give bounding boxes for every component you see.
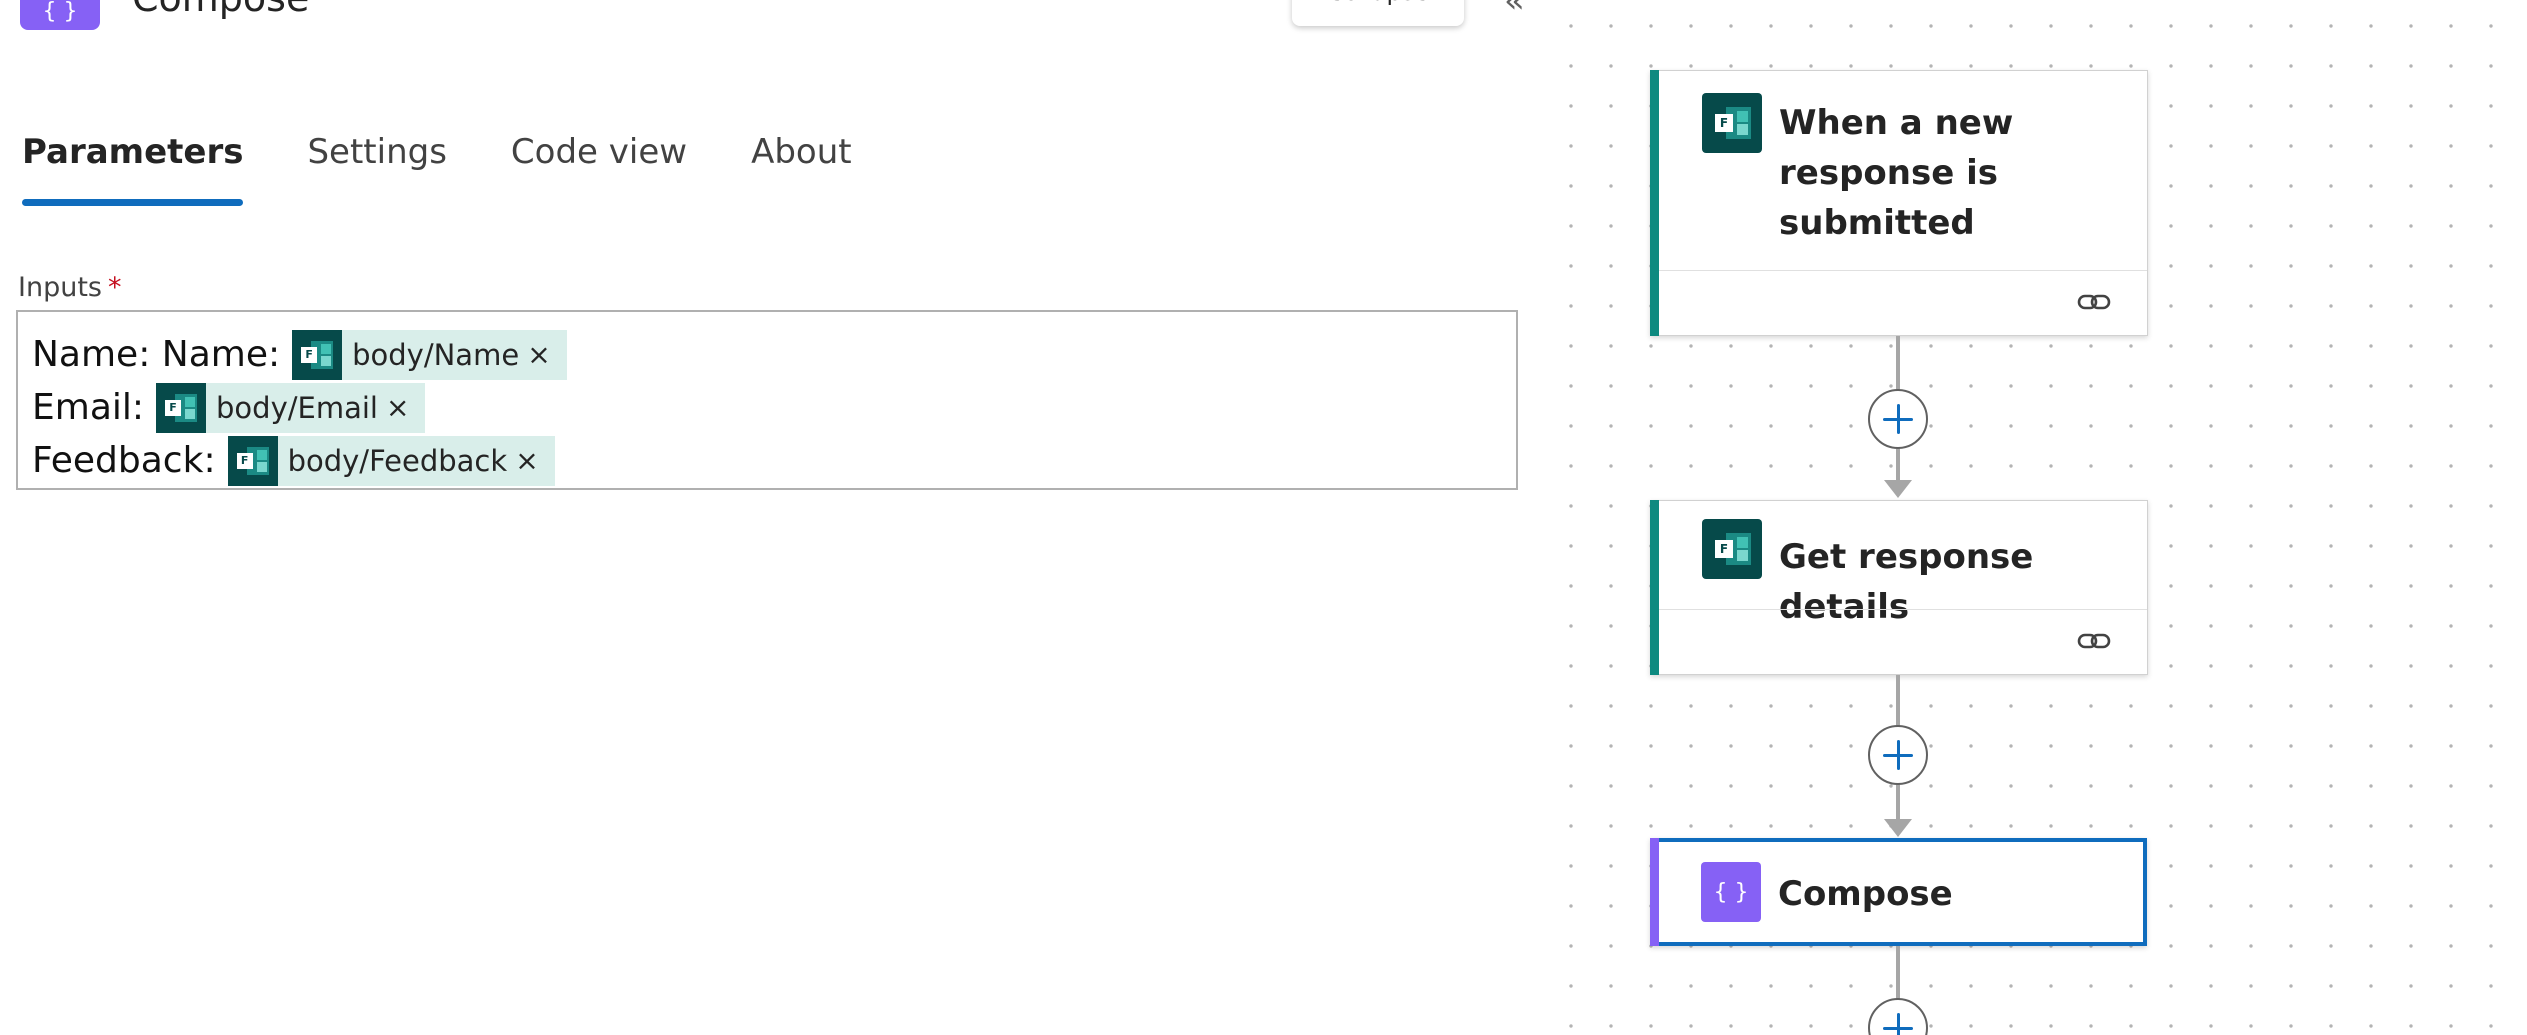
connector-arrow-icon — [1884, 480, 1912, 498]
dynamic-content-token-feedback[interactable]: F body/Feedback × — [227, 435, 555, 486]
compose-braces-icon: { } — [20, 0, 100, 30]
microsoft-forms-icon: F — [1702, 93, 1762, 153]
remove-token-icon[interactable]: × — [386, 391, 409, 424]
inputs-label-text: Inputs — [18, 272, 102, 303]
node-title: When a new response is submitted — [1779, 98, 2013, 248]
collapse-panel-button[interactable]: « — [1504, 0, 1525, 18]
node-accent-bar — [1650, 500, 1659, 675]
microsoft-forms-icon: F — [227, 435, 278, 486]
required-indicator: * — [107, 272, 122, 303]
flow-designer-canvas[interactable]: F When a new response is submitted F Get… — [1545, 0, 2527, 1035]
input-line-feedback: Feedback: F body/Feedback × — [32, 434, 1502, 487]
microsoft-forms-icon: F — [156, 382, 207, 433]
tab-list: Parameters Settings Code view About — [22, 124, 852, 206]
input-line-text: Feedback: — [32, 440, 216, 481]
compose-braces-icon: { } — [1701, 862, 1761, 922]
token-label: body/Name — [352, 337, 520, 372]
add-step-plus-icon[interactable] — [1868, 389, 1928, 449]
node-accent-bar — [1650, 70, 1659, 336]
inputs-label: Inputs * — [18, 272, 121, 303]
microsoft-forms-icon: F — [292, 329, 343, 380]
trigger-node-new-response[interactable]: F When a new response is submitted — [1650, 70, 2148, 336]
token-label: body/Feedback — [287, 443, 508, 478]
panel-title: Compose — [132, 0, 309, 18]
input-line-text: Name: Name: — [32, 334, 281, 375]
dynamic-content-token-name[interactable]: F body/Name × — [292, 329, 567, 380]
collapse-tooltip: Collapse — [1292, 0, 1464, 26]
link-icon[interactable] — [2077, 630, 2111, 652]
input-line-text: Email: — [32, 387, 145, 428]
node-accent-bar — [1650, 838, 1659, 946]
tab-about[interactable]: About — [751, 124, 852, 206]
token-label: body/Email — [216, 390, 378, 425]
add-step-plus-icon[interactable] — [1868, 998, 1928, 1035]
tab-code-view[interactable]: Code view — [511, 124, 687, 206]
node-title-line: When a new — [1779, 103, 2014, 143]
input-line-name: Name: Name: F body/Name × — [32, 328, 1502, 381]
remove-token-icon[interactable]: × — [515, 444, 538, 477]
action-node-compose[interactable]: { } Compose — [1650, 838, 2147, 946]
connector-arrow-icon — [1884, 819, 1912, 837]
action-details-panel: { } Compose Collapse « Parameters Settin… — [0, 0, 1545, 1035]
node-title-line: response is — [1779, 153, 1998, 193]
add-step-plus-icon[interactable] — [1868, 725, 1928, 785]
action-node-get-response-details[interactable]: F Get response details — [1650, 500, 2148, 675]
node-title-line: Compose — [1778, 874, 1953, 914]
node-title: Compose — [1778, 869, 1953, 919]
remove-token-icon[interactable]: × — [527, 338, 550, 371]
input-line-email: Email: F body/Email × — [32, 381, 1502, 434]
microsoft-forms-icon: F — [1702, 519, 1762, 579]
inputs-editor[interactable]: Name: Name: F body/Name × Email: F body/… — [16, 310, 1518, 490]
node-footer — [1659, 609, 2147, 675]
link-icon[interactable] — [2077, 291, 2111, 313]
app-root: { } Compose Collapse « Parameters Settin… — [0, 0, 2527, 1035]
tab-settings[interactable]: Settings — [307, 124, 446, 206]
node-footer — [1659, 270, 2147, 336]
dynamic-content-token-email[interactable]: F body/Email × — [156, 382, 426, 433]
tab-parameters[interactable]: Parameters — [22, 124, 244, 206]
node-title-line: submitted — [1779, 203, 1975, 243]
